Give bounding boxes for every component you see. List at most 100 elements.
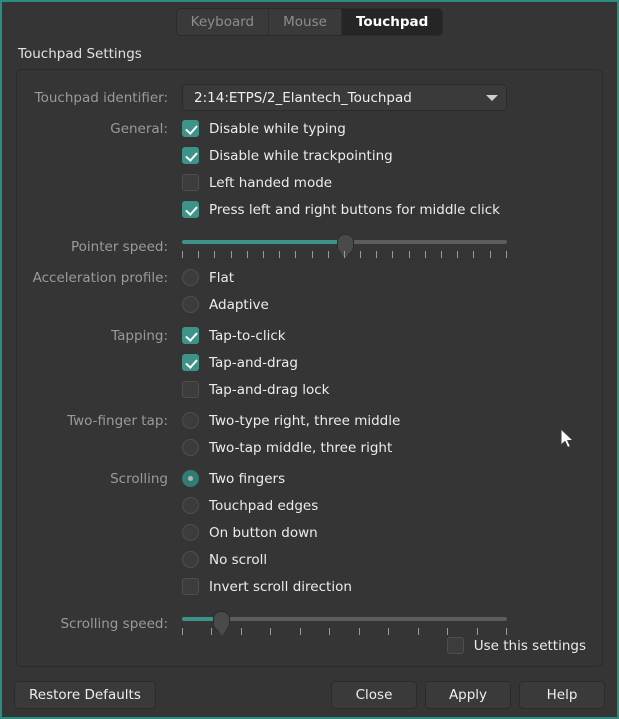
- checkbox-icon: [182, 578, 199, 595]
- slider-tick: [311, 251, 313, 258]
- slider-tick: [279, 251, 281, 258]
- slider-tick: [376, 251, 378, 258]
- checkbox-left-handed-mode[interactable]: Left handed mode: [182, 174, 332, 191]
- checkbox-tap-to-click[interactable]: Tap-to-click: [182, 327, 286, 344]
- option-label: Press left and right buttons for middle …: [209, 201, 500, 218]
- tab-keyboard[interactable]: Keyboard: [176, 9, 270, 35]
- row-scrolling-1: Scrolling Two fingers: [27, 465, 586, 492]
- radio-icon: [182, 296, 199, 313]
- use-settings-row: Use this settings: [446, 637, 586, 654]
- slider-tick: [240, 628, 242, 635]
- radio-two-type-right-three-middle[interactable]: Two-type right, three middle: [182, 412, 400, 429]
- slider-tick: [489, 251, 491, 258]
- slider-tick: [299, 628, 301, 635]
- slider-tick: [447, 628, 449, 635]
- slider-ticks: [182, 251, 507, 259]
- option-label: Tap-to-click: [209, 327, 286, 344]
- checkbox-disable-while-typing[interactable]: Disable while typing: [182, 120, 346, 137]
- row-scrolling-speed: Scrolling speed:: [27, 609, 586, 639]
- row-tapping-1: Tapping: Tap-to-click: [27, 322, 586, 349]
- group-title: Touchpad Settings: [18, 46, 142, 62]
- slider-tick: [182, 628, 183, 635]
- slider-tick: [505, 628, 507, 635]
- slider-tick: [473, 251, 475, 258]
- checkbox-icon: [182, 327, 199, 344]
- tab-mouse[interactable]: Mouse: [269, 9, 342, 35]
- option-label: Use this settings: [473, 637, 586, 654]
- slider-tick: [360, 251, 362, 258]
- radio-icon: [182, 412, 199, 429]
- scrolling-label: Scrolling: [110, 470, 168, 487]
- radio-two-tap-middle-three-right[interactable]: Two-tap middle, three right: [182, 439, 392, 456]
- checkbox-icon: [182, 120, 199, 137]
- scrolling-speed-label: Scrolling speed:: [60, 616, 168, 632]
- slider-tick: [476, 628, 478, 635]
- checkbox-tap-and-drag[interactable]: Tap-and-drag: [182, 354, 298, 371]
- radio-icon: [182, 551, 199, 568]
- tab-touchpad[interactable]: Touchpad: [341, 9, 443, 35]
- row-two-finger-tap-2: Two-tap middle, three right: [27, 434, 586, 461]
- pointer-speed-slider[interactable]: [182, 234, 507, 260]
- pointer-speed-label: Pointer speed:: [71, 239, 168, 255]
- option-label: Tap-and-drag: [209, 354, 298, 371]
- tapping-label: Tapping:: [111, 327, 168, 344]
- checkbox-icon: [182, 147, 199, 164]
- tab-bar: Keyboard Mouse Touchpad: [2, 2, 617, 42]
- radio-icon: [182, 497, 199, 514]
- touchpad-settings-window: Keyboard Mouse Touchpad Touchpad Setting…: [0, 0, 619, 719]
- slider-ticks: [182, 628, 507, 636]
- checkbox-icon: [182, 354, 199, 371]
- radio-icon: [182, 439, 199, 456]
- checkbox-icon: [182, 381, 199, 398]
- acceleration-label: Acceleration profile:: [32, 269, 168, 286]
- slider-tick: [214, 251, 216, 258]
- slider-tick: [388, 628, 390, 635]
- row-invert-scroll: Invert scroll direction: [27, 573, 586, 600]
- row-scrolling-3: On button down: [27, 519, 586, 546]
- checkbox-middle-click[interactable]: Press left and right buttons for middle …: [182, 201, 500, 218]
- slider-tick: [198, 251, 200, 258]
- row-general-1: General: Disable while typing: [27, 115, 586, 142]
- slider-tick: [230, 251, 232, 258]
- slider-tick: [408, 251, 410, 258]
- slider-tick: [295, 251, 297, 258]
- option-label: Flat: [209, 269, 235, 286]
- restore-defaults-button[interactable]: Restore Defaults: [14, 681, 156, 709]
- row-tapping-3: Tap-and-drag lock: [27, 376, 586, 403]
- row-pointer-speed: Pointer speed:: [27, 232, 586, 262]
- option-label: Adaptive: [209, 296, 269, 313]
- option-label: Tap-and-drag lock: [209, 381, 330, 398]
- row-tapping-2: Tap-and-drag: [27, 349, 586, 376]
- slider-tick: [441, 251, 442, 258]
- dialog-footer: Restore Defaults Close Apply Help: [2, 673, 617, 717]
- checkbox-disable-while-trackpointing[interactable]: Disable while trackpointing: [182, 147, 393, 164]
- radio-icon: [182, 269, 199, 286]
- option-label: Left handed mode: [209, 174, 333, 191]
- apply-button[interactable]: Apply: [425, 681, 511, 709]
- row-touchpad-identifier: Touchpad identifier: 2:14:ETPS/2_Elantec…: [27, 84, 586, 111]
- radio-touchpad-edges[interactable]: Touchpad edges: [182, 497, 318, 514]
- checkbox-tap-and-drag-lock[interactable]: Tap-and-drag lock: [182, 381, 330, 398]
- option-label: Disable while trackpointing: [209, 147, 393, 164]
- touchpad-identifier-select[interactable]: 2:14:ETPS/2_Elantech_Touchpad: [182, 84, 507, 111]
- row-acceleration-1: Acceleration profile: Flat: [27, 264, 586, 291]
- slider-tick: [270, 628, 272, 635]
- row-general-3: Left handed mode: [27, 169, 586, 196]
- checkbox-use-this-settings[interactable]: Use this settings: [446, 637, 586, 654]
- close-button[interactable]: Close: [331, 681, 417, 709]
- option-label: On button down: [209, 524, 318, 541]
- radio-acceleration-flat[interactable]: Flat: [182, 269, 234, 286]
- option-label: Two fingers: [209, 470, 286, 487]
- slider-tick: [424, 251, 426, 258]
- option-label: Invert scroll direction: [209, 578, 352, 595]
- scrolling-speed-slider[interactable]: [182, 611, 507, 637]
- radio-acceleration-adaptive[interactable]: Adaptive: [182, 296, 269, 313]
- radio-on-button-down[interactable]: On button down: [182, 524, 318, 541]
- option-label: Two-type right, three middle: [209, 412, 401, 429]
- help-button[interactable]: Help: [519, 681, 605, 709]
- radio-no-scroll[interactable]: No scroll: [182, 551, 267, 568]
- checkbox-icon: [182, 201, 199, 218]
- radio-two-fingers[interactable]: Two fingers: [182, 470, 285, 487]
- checkbox-invert-scroll-direction[interactable]: Invert scroll direction: [182, 578, 352, 595]
- slider-tick: [358, 628, 360, 635]
